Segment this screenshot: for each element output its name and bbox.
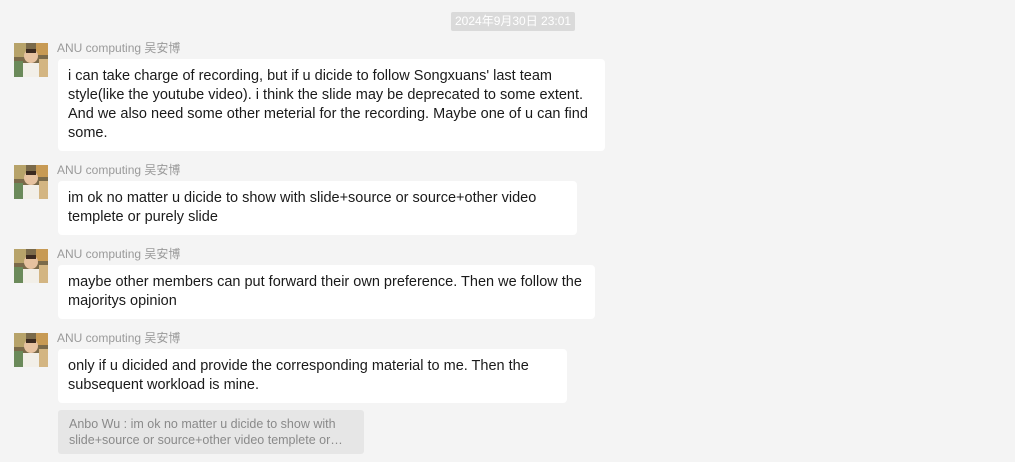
- sender-name: ANU computing 吴安博: [57, 41, 181, 55]
- message-bubble[interactable]: im ok no matter u dicide to show with sl…: [58, 181, 577, 235]
- message-bubble[interactable]: only if u dicided and provide the corres…: [58, 349, 567, 403]
- message-bubble[interactable]: maybe other members can put forward thei…: [58, 265, 595, 319]
- sender-avatar[interactable]: [14, 43, 48, 77]
- sender-avatar[interactable]: [14, 333, 48, 367]
- quoted-message-text: Anbo Wu : im ok no matter u dicide to sh…: [69, 417, 336, 447]
- sender-name: ANU computing 吴安博: [57, 331, 181, 345]
- sender-name: ANU computing 吴安博: [57, 247, 181, 261]
- sender-name: ANU computing 吴安博: [57, 163, 181, 177]
- message-bubble[interactable]: i can take charge of recording, but if u…: [58, 59, 605, 151]
- sender-avatar[interactable]: [14, 249, 48, 283]
- sender-avatar[interactable]: [14, 165, 48, 199]
- message-timestamp: 2024年9月30日 23:01: [451, 12, 576, 31]
- quoted-message[interactable]: Anbo Wu : im ok no matter u dicide to sh…: [58, 410, 364, 454]
